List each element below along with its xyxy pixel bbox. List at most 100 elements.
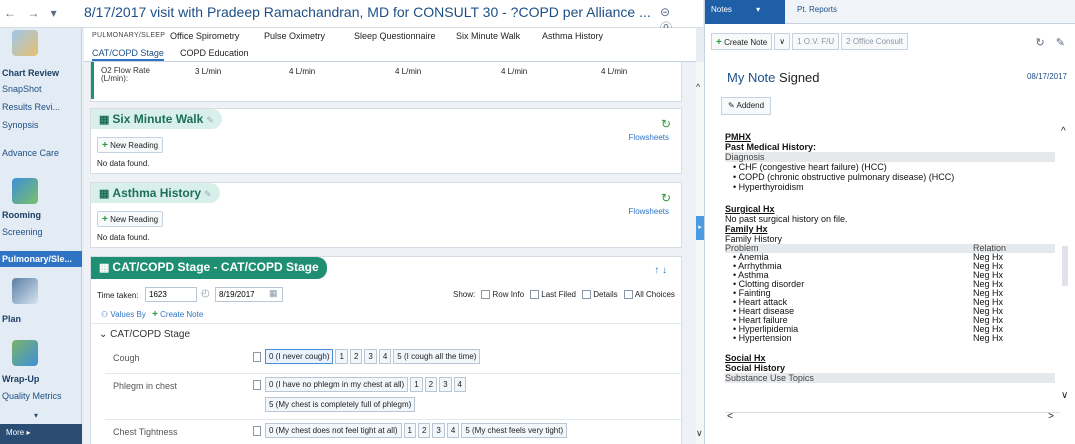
- sidebar-item-pulmonary-sleep[interactable]: Pulmonary/Sle...: [0, 251, 82, 267]
- tab-notes[interactable]: Notes ▾: [705, 0, 785, 24]
- tab-copd-education[interactable]: COPD Education: [180, 48, 249, 58]
- six-minute-walk-header[interactable]: ▦ Six Minute Walk ✎: [91, 109, 222, 129]
- tab-office-spirometry[interactable]: Office Spirometry: [170, 31, 239, 41]
- choice-button[interactable]: 1: [335, 349, 348, 364]
- navigation-buttons[interactable]: ← → ▾: [4, 6, 61, 20]
- choice-button[interactable]: 4: [446, 423, 460, 438]
- plus-icon: +: [152, 309, 158, 320]
- comment-icon[interactable]: [253, 351, 261, 362]
- chevron-down-icon[interactable]: ▾: [756, 5, 760, 14]
- o2-flow-value: 4 L/min: [395, 67, 422, 76]
- all-choices-checkbox[interactable]: [623, 290, 633, 300]
- comment-icon[interactable]: [253, 425, 261, 436]
- tab-asthma-history[interactable]: Asthma History: [542, 31, 603, 41]
- cat-copd-group[interactable]: ⌄ CAT/COPD Stage: [99, 329, 190, 340]
- create-note-button[interactable]: + Create Note: [711, 33, 773, 50]
- office-consult-button[interactable]: 2 Office Consult: [841, 33, 908, 50]
- plan-icon[interactable]: [12, 278, 38, 304]
- flowsheets-link[interactable]: Flowsheets: [629, 207, 669, 216]
- sidebar-item-synopsis[interactable]: Synopsis: [2, 120, 80, 130]
- tab-pulse-oximetry[interactable]: Pulse Oximetry: [264, 31, 325, 41]
- choice-button[interactable]: 4: [378, 349, 392, 364]
- new-reading-button[interactable]: + New Reading: [97, 137, 164, 153]
- sidebar-item-snapshot[interactable]: SnapShot: [2, 84, 80, 94]
- sidebar-item-screening[interactable]: Screening: [2, 227, 80, 237]
- details-checkbox[interactable]: [582, 290, 592, 300]
- cat-copd-header[interactable]: ▦ CAT/COPD Stage - CAT/COPD Stage: [91, 257, 327, 279]
- edit-icon[interactable]: ✎: [204, 189, 212, 199]
- divider: [105, 373, 683, 374]
- sidebar-item-rooming[interactable]: Rooming: [2, 210, 80, 220]
- chart-review-icon[interactable]: [12, 30, 38, 56]
- refresh-icon[interactable]: ↻: [661, 191, 671, 205]
- clock-icon[interactable]: ◴: [201, 288, 210, 299]
- choice-button[interactable]: 1: [410, 377, 423, 392]
- choice-button[interactable]: 4: [453, 377, 466, 392]
- tab-cat-copd-stage[interactable]: CAT/COPD Stage: [92, 48, 164, 61]
- choice-button[interactable]: 1: [403, 423, 416, 438]
- choice-button[interactable]: 5 (My chest is completely full of phlegm…: [265, 397, 416, 412]
- sidebar-item-plan[interactable]: Plan: [2, 314, 80, 324]
- create-note-link[interactable]: Create Note: [160, 310, 203, 319]
- refresh-icon[interactable]: ↻: [661, 117, 671, 131]
- choice-button[interactable]: 2: [424, 377, 438, 392]
- wrap-up-icon[interactable]: [12, 340, 38, 366]
- choice-button[interactable]: 3: [364, 349, 377, 364]
- create-note-dropdown[interactable]: ∨: [774, 33, 791, 50]
- tab-six-minute-walk[interactable]: Six Minute Walk: [456, 31, 520, 41]
- time-taken-input[interactable]: [145, 287, 197, 302]
- values-by-link[interactable]: Values By: [110, 310, 145, 319]
- comment-icon[interactable]: [253, 379, 261, 390]
- choice-button[interactable]: 0 (My chest does not feel tight at all): [265, 423, 402, 438]
- main-scrollbar[interactable]: ^ ∨: [696, 62, 704, 444]
- rooming-icon[interactable]: [12, 178, 38, 204]
- scroll-up-icon[interactable]: ^: [696, 82, 700, 92]
- new-reading-button[interactable]: + New Reading: [97, 211, 164, 227]
- choice-button[interactable]: 0 (I have no phlegm in my chest at all): [265, 377, 409, 392]
- note-status: Signed: [779, 70, 820, 85]
- addend-button[interactable]: ✎ Addend: [721, 97, 772, 115]
- choice-button[interactable]: 3: [439, 377, 452, 392]
- choice-button[interactable]: 5 (I cough all the time): [393, 349, 481, 364]
- choice-button[interactable]: 2: [417, 423, 431, 438]
- diagnosis-item: CHF (congestive heart failure) (HCC): [725, 162, 1055, 172]
- sidebar-item-wrap-up[interactable]: Wrap-Up: [2, 374, 80, 384]
- tab-pulmonary-sleep[interactable]: PULMONARY/SLEEP: [92, 32, 165, 39]
- scroll-left-icon[interactable]: <: [727, 411, 733, 422]
- o2-flow-value: 3 L/min: [195, 67, 222, 76]
- calendar-icon[interactable]: ▦: [269, 288, 278, 299]
- sidebar-item-chart-review[interactable]: Chart Review: [2, 68, 80, 78]
- tab-sleep-questionnaire[interactable]: Sleep Questionnaire: [354, 31, 436, 41]
- panel-toggle-icon[interactable]: ▸: [696, 216, 704, 240]
- choice-button[interactable]: 5 (My chest feels very tight): [461, 423, 568, 438]
- sidebar-item-advance-care[interactable]: Advance Care: [2, 148, 80, 158]
- scroll-down-icon[interactable]: ∨: [696, 428, 703, 439]
- note-scrollbar[interactable]: ^ ∨: [1060, 126, 1070, 404]
- diagnosis-item: COPD (chronic obstructive pulmonary dise…: [725, 172, 1055, 182]
- reorder-arrows-icon[interactable]: ↑ ↓: [654, 265, 667, 276]
- note-horizontal-scrollbar[interactable]: < >: [725, 411, 1060, 422]
- scroll-down-icon[interactable]: ∨: [1061, 390, 1068, 401]
- choice-button[interactable]: 2: [349, 349, 363, 364]
- scroll-thumb[interactable]: [1062, 246, 1068, 286]
- scroll-right-icon[interactable]: >: [1048, 411, 1054, 422]
- choice-button[interactable]: 0 (I never cough): [265, 349, 334, 364]
- sidebar-item-results-review[interactable]: Results Revi...: [2, 102, 80, 112]
- six-minute-walk-title: Six Minute Walk: [112, 112, 204, 126]
- flowsheets-link[interactable]: Flowsheets: [629, 133, 669, 142]
- note-tool-icons[interactable]: ↻ ✎: [1036, 36, 1070, 49]
- ov-fu-button[interactable]: 1 O.V. F/U: [792, 33, 840, 50]
- asthma-history-header[interactable]: ▦ Asthma History ✎: [91, 183, 220, 203]
- choice-button[interactable]: 3: [432, 423, 445, 438]
- notes-panel: Notes ▾ Pt. Reports + Create Note ∨ 1 O.V.…: [704, 0, 1075, 444]
- sidebar-collapse-icon[interactable]: ▾: [34, 411, 38, 420]
- row-info-checkbox[interactable]: [481, 290, 491, 300]
- last-filed-checkbox[interactable]: [530, 290, 540, 300]
- sidebar-item-quality-metrics[interactable]: Quality Metrics: [2, 391, 80, 401]
- plus-icon: +: [102, 214, 108, 225]
- sidebar-more-button[interactable]: More ▸: [0, 424, 82, 444]
- tab-pt-reports[interactable]: Pt. Reports: [797, 5, 837, 14]
- scroll-up-icon[interactable]: ^: [1061, 126, 1066, 137]
- edit-icon[interactable]: ✎: [206, 115, 214, 125]
- family-history-table: ProblemRelation AnemiaNeg Hx ArrhythmiaN…: [725, 244, 1055, 343]
